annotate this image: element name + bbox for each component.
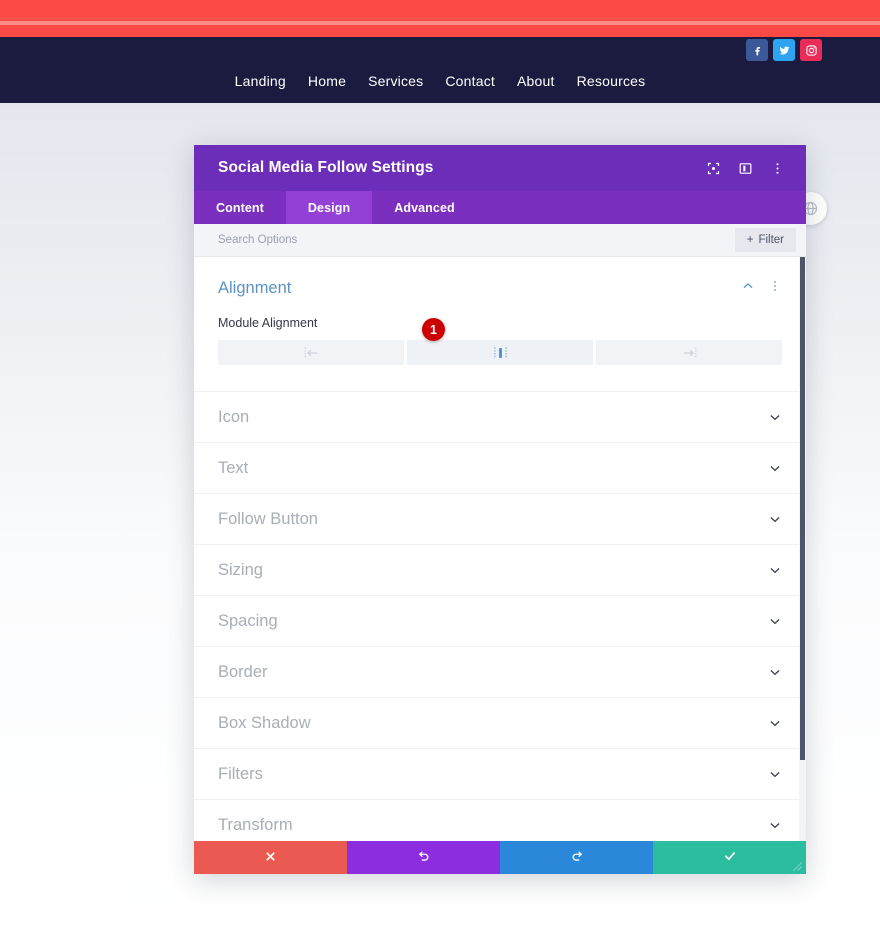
section-row-spacing[interactable]: Spacing xyxy=(194,595,806,646)
redo-icon xyxy=(570,849,584,866)
banner-hairline-lower xyxy=(0,21,880,25)
chevron-down-icon[interactable] xyxy=(768,767,782,781)
search-input[interactable] xyxy=(218,234,735,246)
section-label: Sizing xyxy=(218,560,263,579)
resize-grip-icon[interactable] xyxy=(790,859,804,873)
align-right-button[interactable] xyxy=(596,340,782,365)
chevron-down-icon[interactable] xyxy=(768,563,782,577)
modal-footer xyxy=(194,841,806,874)
chevron-down-icon[interactable] xyxy=(768,410,782,424)
section-row-follow-button[interactable]: Follow Button xyxy=(194,493,806,544)
nav-item-resources[interactable]: Resources xyxy=(577,73,646,89)
chevron-up-icon[interactable] xyxy=(741,279,755,298)
section-row-sizing[interactable]: Sizing xyxy=(194,544,806,595)
filter-button[interactable]: + Filter xyxy=(734,228,796,252)
save-button[interactable] xyxy=(653,841,806,874)
chevron-down-icon[interactable] xyxy=(768,461,782,475)
undo-icon xyxy=(417,849,431,866)
redo-button[interactable] xyxy=(500,841,653,874)
top-banner xyxy=(0,0,880,37)
section-row-filters[interactable]: Filters xyxy=(194,748,806,799)
modal-scrollbar-track[interactable] xyxy=(799,257,806,841)
module-alignment-group xyxy=(218,340,782,365)
section-label: Text xyxy=(218,458,249,477)
alignment-section-title: Alignment xyxy=(218,279,292,297)
modal-tabs: Content Design Advanced xyxy=(194,191,806,224)
section-row-border[interactable]: Border xyxy=(194,646,806,697)
modal-body: Alignment Module Alignment Icon Text Fol… xyxy=(194,257,806,841)
filter-button-label: Filter xyxy=(758,234,784,246)
alignment-section-header[interactable]: Alignment xyxy=(218,279,782,298)
section-label: Transform xyxy=(218,815,293,834)
nav-links: Landing Home Services Contact About Reso… xyxy=(0,37,880,103)
nav-item-contact[interactable]: Contact xyxy=(445,73,495,89)
tab-content[interactable]: Content xyxy=(194,191,286,224)
section-row-icon[interactable]: Icon xyxy=(194,391,806,442)
chevron-down-icon[interactable] xyxy=(768,614,782,628)
section-label: Icon xyxy=(218,407,250,426)
layout-panel-icon[interactable] xyxy=(736,159,754,177)
section-label: Box Shadow xyxy=(218,713,311,732)
chevron-down-icon[interactable] xyxy=(768,818,782,832)
nav-item-about[interactable]: About xyxy=(517,73,555,89)
section-label: Border xyxy=(218,662,268,681)
cancel-button[interactable] xyxy=(194,841,347,874)
more-vertical-icon[interactable] xyxy=(768,159,786,177)
modal-header-icons xyxy=(704,159,786,177)
settings-modal: Social Media Follow Settings Content Des… xyxy=(194,145,806,874)
nav-item-services[interactable]: Services xyxy=(368,73,423,89)
section-row-box-shadow[interactable]: Box Shadow xyxy=(194,697,806,748)
section-row-text[interactable]: Text xyxy=(194,442,806,493)
section-label: Follow Button xyxy=(218,509,318,528)
banner-hairline-upper xyxy=(0,18,880,19)
chevron-down-icon[interactable] xyxy=(768,716,782,730)
align-left-button[interactable] xyxy=(218,340,404,365)
alignment-section: Alignment Module Alignment xyxy=(194,257,806,391)
align-center-button[interactable] xyxy=(407,340,593,365)
nav-item-landing[interactable]: Landing xyxy=(235,73,286,89)
chevron-down-icon[interactable] xyxy=(768,665,782,679)
page-title: Social Media Follow Settings xyxy=(218,159,434,176)
section-row-transform[interactable]: Transform xyxy=(194,799,806,841)
site-navbar: Landing Home Services Contact About Reso… xyxy=(0,37,880,103)
annotation-badge-1: 1 xyxy=(422,318,445,341)
nav-item-home[interactable]: Home xyxy=(308,73,346,89)
more-vertical-icon[interactable] xyxy=(768,279,782,298)
section-label: Spacing xyxy=(218,611,278,630)
close-icon xyxy=(264,850,277,866)
tab-advanced[interactable]: Advanced xyxy=(372,191,477,224)
chevron-down-icon[interactable] xyxy=(768,512,782,526)
modal-header: Social Media Follow Settings xyxy=(194,145,806,191)
plus-icon: + xyxy=(746,234,754,246)
tab-design[interactable]: Design xyxy=(285,191,373,224)
search-row: + Filter xyxy=(194,224,806,257)
alignment-header-icons xyxy=(741,279,782,298)
undo-button[interactable] xyxy=(347,841,500,874)
modal-scrollbar-thumb[interactable] xyxy=(800,257,805,760)
focus-target-icon[interactable] xyxy=(704,159,722,177)
module-alignment-label: Module Alignment xyxy=(218,316,318,330)
section-label: Filters xyxy=(218,764,263,783)
check-icon xyxy=(723,849,737,866)
